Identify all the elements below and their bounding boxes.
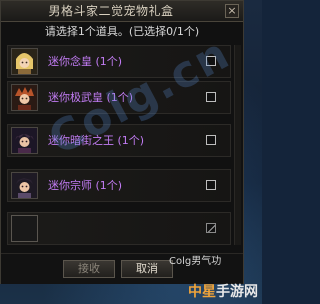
item-checkbox[interactable] <box>206 56 216 66</box>
list-item[interactable]: 迷你宗师 (1个) <box>7 169 231 202</box>
list-item[interactable]: 迷你念皇 (1个) <box>7 45 231 78</box>
corner-label: Colg男气功 <box>169 256 222 267</box>
avatar-striker-icon <box>11 84 38 111</box>
item-checkbox[interactable] <box>206 135 216 145</box>
item-checkbox[interactable] <box>206 92 216 102</box>
item-label: 迷你念皇 (1个) <box>48 55 123 68</box>
cancel-button[interactable]: 取消 <box>121 260 173 278</box>
site-brand-logo: 中星手游网 <box>188 284 258 300</box>
brand-part-2: 手游网 <box>216 284 258 300</box>
accept-button[interactable]: 接收 <box>63 260 115 278</box>
list-item[interactable]: 迷你暗街之王 (1个) <box>7 124 231 157</box>
item-checkbox[interactable] <box>206 180 216 190</box>
gift-box-dialog: 男格斗家二觉宠物礼盒 × 请选择1个道具。(已选择0/1个) 迷你念皇 (1个) <box>0 0 244 284</box>
screen: 男格斗家二觉宠物礼盒 × 请选择1个道具。(已选择0/1个) 迷你念皇 (1个) <box>0 0 262 304</box>
empty-slot-icon <box>11 215 38 242</box>
item-label: 迷你宗师 (1个) <box>48 179 123 192</box>
avatar-brawler-icon <box>11 127 38 154</box>
disabled-checkbox <box>206 223 216 233</box>
brand-part-1: 中星 <box>188 284 216 300</box>
scrollbar[interactable] <box>234 45 241 245</box>
empty-slot <box>7 212 231 245</box>
item-label: 迷你暗街之王 (1个) <box>48 134 145 147</box>
close-button[interactable]: × <box>225 4 239 18</box>
selection-instruction: 请选择1个道具。(已选择0/1个) <box>44 25 200 38</box>
item-label: 迷你极武皇 (1个) <box>48 91 134 104</box>
avatar-nen-master-icon <box>11 48 38 75</box>
list-item[interactable]: 迷你极武皇 (1个) <box>7 81 231 114</box>
dialog-title-bar[interactable]: 男格斗家二觉宠物礼盒 × <box>1 1 243 22</box>
avatar-grappler-icon <box>11 172 38 199</box>
dialog-title: 男格斗家二觉宠物礼盒 <box>48 4 174 18</box>
